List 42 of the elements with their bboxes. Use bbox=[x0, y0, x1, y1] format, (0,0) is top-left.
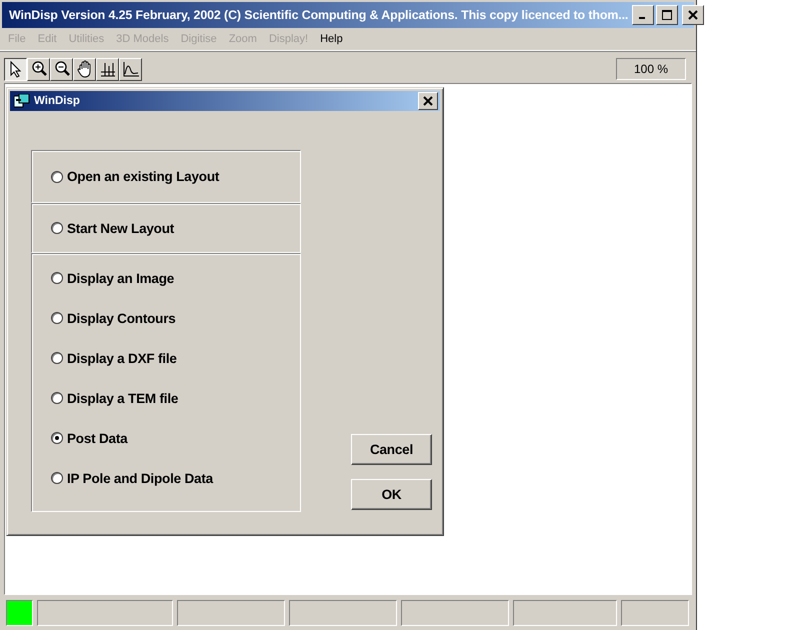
radio-option[interactable]: Start New Layout bbox=[32, 220, 300, 236]
menu-item[interactable]: Help bbox=[314, 33, 349, 45]
window-title: WinDisp Version 4.25 February, 2002 (C) Scientific Computing & Applications. This copy licenced to thom... bbox=[9, 8, 628, 22]
close-button[interactable] bbox=[682, 5, 704, 25]
zoom-in-icon bbox=[30, 60, 48, 78]
radio-option[interactable]: Post Data bbox=[32, 418, 300, 458]
ok-button[interactable]: OK bbox=[351, 479, 432, 510]
radio-button[interactable] bbox=[51, 472, 63, 484]
grid-icon bbox=[98, 60, 116, 78]
maximize-icon bbox=[662, 10, 672, 20]
radio-option[interactable]: Display an Image bbox=[32, 258, 300, 298]
zoom-out-tool[interactable] bbox=[50, 58, 73, 80]
zoom-in-tool[interactable] bbox=[27, 58, 50, 80]
radio-option[interactable]: Display a DXF file bbox=[32, 338, 300, 378]
graph-icon bbox=[122, 60, 140, 78]
radio-option[interactable]: IP Pole and Dipole Data bbox=[32, 458, 300, 498]
radio-button[interactable] bbox=[51, 352, 63, 364]
status-panel bbox=[621, 600, 689, 626]
grid-tool[interactable] bbox=[96, 58, 119, 80]
radio-button[interactable] bbox=[51, 170, 63, 182]
radio-option[interactable]: Display Contours bbox=[32, 298, 300, 338]
graph-tool[interactable] bbox=[119, 58, 142, 80]
hand-icon bbox=[76, 60, 94, 78]
radio-button[interactable] bbox=[51, 222, 63, 234]
close-button[interactable] bbox=[418, 92, 438, 110]
radio-button[interactable] bbox=[51, 272, 63, 284]
zoom-level: 100 % bbox=[616, 58, 686, 80]
radio-button[interactable] bbox=[51, 312, 63, 324]
hand-tool[interactable] bbox=[73, 58, 96, 80]
radio-button[interactable] bbox=[51, 392, 63, 404]
radio-button[interactable] bbox=[51, 432, 63, 444]
cancel-button[interactable]: Cancel bbox=[351, 434, 432, 465]
radio-option[interactable]: Open an existing Layout bbox=[32, 169, 300, 184]
close-icon bbox=[688, 10, 698, 20]
dialog-title: WinDisp bbox=[34, 95, 81, 107]
folder-icon bbox=[14, 94, 30, 108]
pointer-tool[interactable] bbox=[4, 58, 27, 80]
maximize-button[interactable] bbox=[656, 5, 678, 25]
minimize-button[interactable] bbox=[632, 5, 654, 25]
zoom-out-icon bbox=[52, 60, 70, 78]
radio-option[interactable]: Display a TEM file bbox=[32, 378, 300, 418]
close-icon bbox=[423, 96, 433, 106]
